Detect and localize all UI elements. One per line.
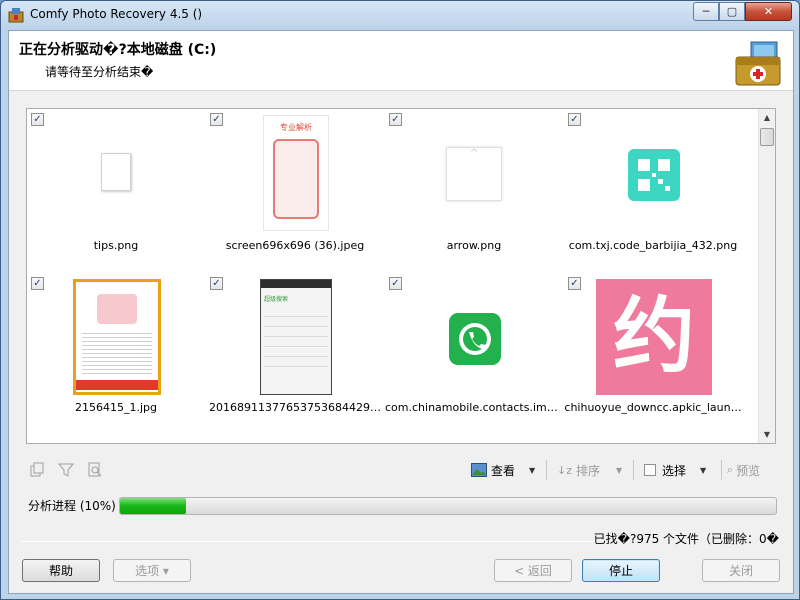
toolbar-divider [721,460,722,480]
pink-logo-thumbnail: 约 [596,279,712,395]
search-file-icon[interactable] [86,461,104,479]
thumbnail-caption: 超级搜索 [264,296,289,303]
chevron-down-icon[interactable]: ▼ [700,466,706,475]
file-grid[interactable]: ✓ tips.png ✓ 专业解析 screen696x696 (36).jpe… [26,108,776,444]
file-name: arrow.png [446,239,502,252]
file-name: 2156415_1.jpg [74,401,157,414]
file-name: chihuoyue_downcc.apkic_laun… [564,401,742,414]
logo-glyph: 约 [612,289,695,384]
separator-line [21,541,595,542]
file-name: com.chinamobile.contacts.im_7… [385,401,563,414]
progress-fill [120,498,186,514]
filter-icon[interactable] [57,461,75,479]
file-checkbox[interactable]: ✓ [210,277,223,290]
copy-icon[interactable] [28,461,46,479]
sort-icon: ↓z [557,463,572,477]
select-button[interactable]: 选择 ▼ [644,458,706,482]
file-checkbox[interactable]: ✓ [389,277,402,290]
chevron-down-icon[interactable]: ▼ [616,466,622,475]
file-name: com.txj.code_barbijia_432.png [568,239,738,252]
options-button[interactable]: 选项 ▾ [113,559,191,582]
stop-button[interactable]: 停止 [582,559,660,582]
app-window: Comfy Photo Recovery 4.5 () ─ ▢ ✕ 正在分析驱动… [0,0,800,600]
header-subtitle: 请等待至分析结束� [45,65,154,79]
vertical-scrollbar[interactable]: ▲ ▼ [758,109,775,443]
close-button[interactable]: 关闭 [702,559,780,582]
qr-code-thumbnail [628,149,680,201]
view-label: 查看 [491,463,516,478]
arrow-thumbnail: ^ [446,147,502,201]
file-checkbox[interactable]: ✓ [568,277,581,290]
blank-file-icon [101,153,131,191]
picture-icon [471,463,487,477]
file-item[interactable]: ✓ 2156415_1.jpg [27,273,205,437]
close-window-button[interactable]: ✕ [745,2,792,21]
file-item[interactable]: ✓ 约 chihuoyue_downcc.apkic_laun… [564,273,742,437]
article-thumbnail [73,279,161,395]
app-icon [8,8,24,23]
title-bar[interactable]: Comfy Photo Recovery 4.5 () ─ ▢ ✕ [1,1,799,29]
file-item[interactable]: ✓ 超级搜索 20168911377653753684429… [206,273,384,437]
maximize-button[interactable]: ▢ [719,2,745,21]
scroll-up-icon[interactable]: ▲ [759,109,775,126]
app-screenshot-thumbnail: 超级搜索 [260,279,332,395]
preview-icon: ⌕ [727,463,734,476]
client-area: 正在分析驱动�?本地磁盘 (C:) 请等待至分析结束� ✓ tips.png ✓ [8,30,794,594]
view-button[interactable]: 查看 ▼ [471,458,535,482]
phone-screenshot-thumbnail: 专业解析 [263,115,329,231]
toolbar-divider [633,460,634,480]
select-checkbox-icon [644,464,656,476]
file-checkbox[interactable]: ✓ [210,113,223,126]
file-item[interactable]: ✓ com.chinamobile.contacts.im_7… [385,273,563,437]
status-found-count: 已找�?975 个文件（已删除：0� [593,532,779,546]
select-label: 选择 [662,463,687,478]
file-checkbox[interactable]: ✓ [31,277,44,290]
file-checkbox[interactable]: ✓ [568,113,581,126]
file-name: 20168911377653753684429… [209,401,381,414]
header-title: 正在分析驱动�?本地磁盘 (C:) [19,42,217,58]
sort-button[interactable]: ↓z 排序 ▼ [557,458,622,482]
file-name: tips.png [93,239,139,252]
progress-label: 分析进程 (10%) [28,499,116,513]
sort-label: 排序 [576,463,601,478]
file-item[interactable]: ✓ com.txj.code_barbijia_432.png [564,109,742,273]
header-panel: 正在分析驱动�?本地磁盘 (C:) 请等待至分析结束� [9,31,793,91]
green-phone-thumbnail [449,313,501,365]
thumbnail-caption: 专业解析 [280,123,312,132]
back-button[interactable]: < 返回 [494,559,572,582]
preview-button[interactable]: ⌕ 预览 [727,458,760,482]
toolbar-divider [546,460,547,480]
file-checkbox[interactable]: ✓ [31,113,44,126]
file-item[interactable]: ✓ ^ arrow.png [385,109,563,273]
scroll-down-icon[interactable]: ▼ [759,426,775,443]
scroll-thumb[interactable] [760,128,774,146]
first-aid-kit-icon [735,41,781,86]
window-title: Comfy Photo Recovery 4.5 () [30,7,203,21]
chevron-down-icon[interactable]: ▼ [529,466,535,475]
file-item[interactable]: ✓ 专业解析 screen696x696 (36).jpeg [206,109,384,273]
progress-bar [119,497,777,515]
file-item[interactable]: ✓ tips.png [27,109,205,273]
file-name: screen696x696 (36).jpeg [225,239,365,252]
preview-label: 预览 [736,463,761,478]
file-checkbox[interactable]: ✓ [389,113,402,126]
minimize-button[interactable]: ─ [693,2,719,21]
help-button[interactable]: 帮助 [22,559,100,582]
